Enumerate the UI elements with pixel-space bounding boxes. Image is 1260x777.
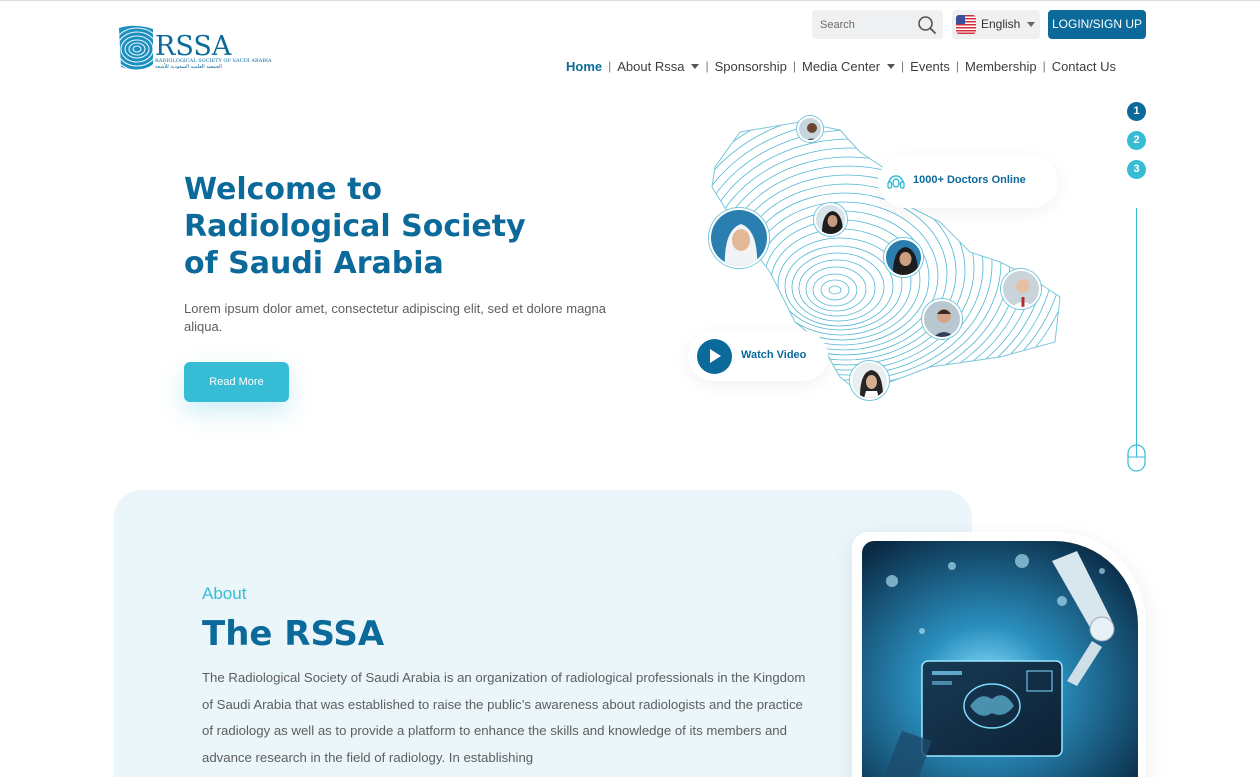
doctors-online-label: 1000+ Doctors Online: [913, 174, 1026, 186]
watch-video-label: Watch Video: [741, 349, 807, 361]
play-triangle: [710, 349, 721, 363]
hero-title: Welcome to Radiological Society of Saudi…: [184, 171, 604, 282]
slide-indicator-1[interactable]: 1: [1127, 102, 1146, 121]
doctor-avatar: [709, 208, 769, 268]
login-signup-button[interactable]: LOGIN/SIGN UP: [1048, 10, 1146, 39]
nav-sponsorship[interactable]: Sponsorship: [709, 59, 793, 74]
medical-tech-illustration: [862, 541, 1138, 777]
logo-mark-icon: [119, 25, 153, 70]
about-title: The RSSA: [202, 614, 385, 654]
hero-title-line: Welcome to: [184, 172, 383, 207]
language-label: English: [981, 17, 1021, 31]
chevron-down-icon: [1027, 22, 1035, 27]
doctor-avatar: [797, 116, 823, 142]
nav-contact[interactable]: Contact Us: [1046, 59, 1122, 74]
language-selector[interactable]: English: [952, 10, 1040, 39]
doctor-avatar: [850, 361, 889, 400]
read-more-button[interactable]: Read More: [184, 362, 289, 402]
search-icon[interactable]: [917, 15, 937, 35]
chevron-down-icon: [887, 63, 896, 69]
headset-icon: [887, 175, 905, 189]
watch-video-button[interactable]: Watch Video: [688, 331, 828, 381]
main-nav: Home | About Rssa | Sponsorship | Media …: [560, 57, 1122, 75]
search-box: [812, 10, 943, 39]
about-body: The Radiological Society of Saudi Arabia…: [202, 670, 806, 765]
nav-home[interactable]: Home: [560, 59, 608, 74]
rssa-logo[interactable]: RSSA RADIOLOGICAL SOCIETY OF SAUDI ARABI…: [115, 25, 275, 75]
us-flag-icon: [956, 15, 976, 34]
top-border: [0, 0, 1260, 1]
hero-title-line: of Saudi Arabia: [184, 246, 444, 281]
about-image: [862, 541, 1138, 777]
doctor-avatar: [884, 238, 923, 277]
hero-description: Lorem ipsum dolor amet, consectetur adip…: [184, 301, 606, 334]
scroll-track: [1136, 208, 1137, 446]
doctor-avatar: [814, 203, 847, 236]
about-eyebrow: About: [202, 584, 247, 603]
nav-media-center-label: Media Center: [801, 58, 881, 74]
search-input[interactable]: [812, 10, 912, 39]
slide-indicator-2[interactable]: 2: [1127, 131, 1146, 150]
nav-about-label: About Rssa: [617, 58, 685, 74]
slide-indicator-3[interactable]: 3: [1127, 160, 1146, 179]
nav-membership[interactable]: Membership: [959, 59, 1043, 74]
logo-tagline-ar: الجمعية العلمية السعودية للأشعة: [155, 64, 222, 70]
chevron-down-icon: [691, 63, 700, 69]
doctors-online-badge: 1000+ Doctors Online: [878, 156, 1058, 208]
mouse-scroll-icon[interactable]: [1127, 444, 1146, 472]
play-icon[interactable]: [697, 339, 732, 374]
hero-title-line: Radiological Society: [184, 209, 526, 244]
doctor-avatar: [1001, 269, 1041, 309]
nav-about[interactable]: About Rssa: [611, 59, 705, 74]
doctor-avatar: [922, 299, 962, 339]
nav-events[interactable]: Events: [904, 59, 956, 74]
nav-media-center[interactable]: Media Center: [796, 59, 901, 74]
